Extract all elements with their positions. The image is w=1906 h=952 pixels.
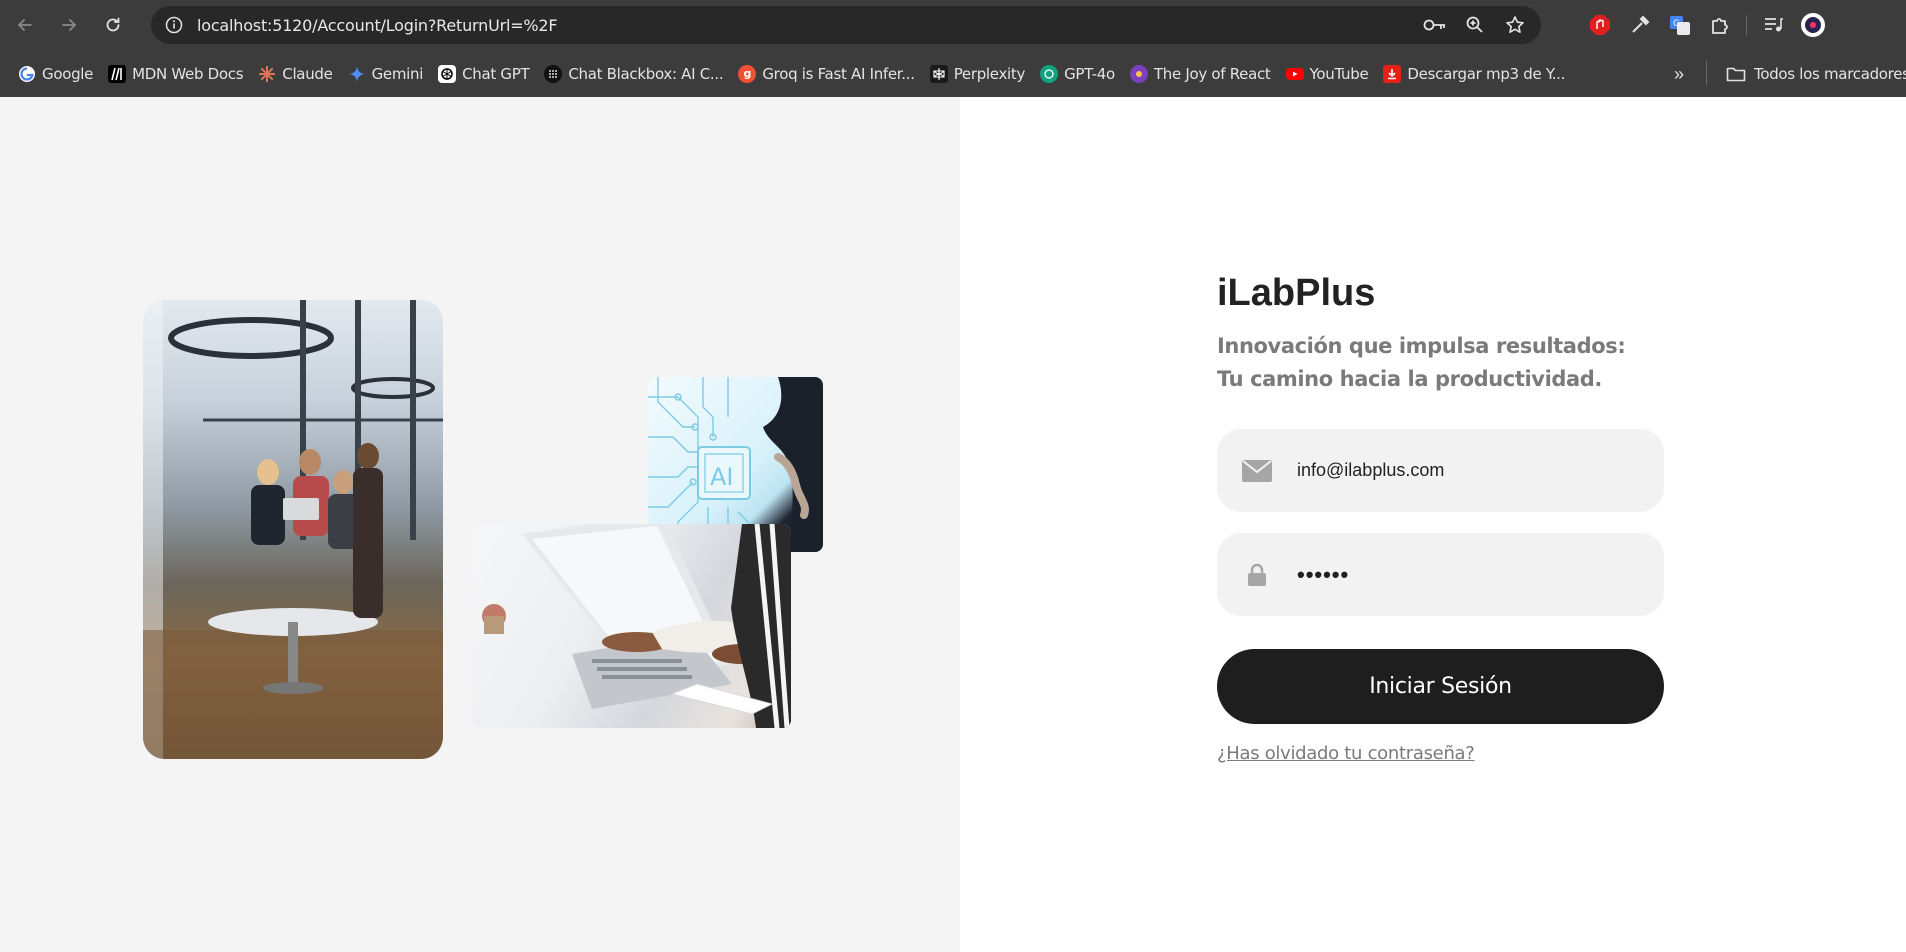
adblock-extension-icon[interactable]: [1580, 6, 1620, 44]
password-input[interactable]: [1297, 561, 1637, 588]
forward-button[interactable]: [52, 8, 86, 42]
all-bookmarks-button[interactable]: Todos los marcadores: [1726, 59, 1906, 89]
brand-tagline: Innovación que impulsa resultados: Tu ca…: [1217, 334, 1626, 391]
gpt4o-icon: [1040, 64, 1059, 83]
bookmark-label: GPT-4o: [1064, 64, 1115, 83]
svg-text:AI: AI: [710, 463, 734, 491]
perplexity-icon: [929, 64, 948, 83]
bookmark-descargar-mp3[interactable]: Descargar mp3 de Y...: [1377, 59, 1571, 89]
bookmark-mdn[interactable]: MDN Web Docs: [102, 59, 249, 89]
envelope-icon: [1217, 459, 1297, 482]
extensions-area: G: [1580, 6, 1833, 44]
password-field[interactable]: [1217, 533, 1664, 616]
address-bar[interactable]: localhost:5120/Account/Login?ReturnUrl=%…: [151, 6, 1541, 44]
bookmark-claude[interactable]: Claude: [252, 59, 338, 89]
back-arrow-icon: [17, 19, 32, 31]
brand-title: iLabPlus: [1217, 272, 1376, 314]
groq-icon: g: [738, 64, 757, 83]
color-picker-extension-icon[interactable]: [1620, 6, 1660, 44]
bookmark-label: Claude: [282, 64, 333, 83]
joy-of-react-icon: [1129, 64, 1148, 83]
bookmark-youtube[interactable]: YouTube: [1280, 59, 1375, 89]
bookmark-groq[interactable]: g Groq is Fast AI Infer...: [732, 59, 920, 89]
bookmark-label: The Joy of React: [1153, 64, 1271, 83]
svg-text:G: G: [1673, 19, 1680, 29]
more-bookmarks-chevron-icon[interactable]: »: [1666, 59, 1692, 89]
bookmark-label: Groq is Fast AI Infer...: [762, 64, 915, 83]
email-input[interactable]: [1297, 460, 1637, 481]
mdn-icon: [108, 64, 127, 83]
bookmark-gemini[interactable]: Gemini: [342, 59, 430, 89]
bookmark-star-icon[interactable]: [1501, 11, 1529, 39]
bookmark-label: Chat Blackbox: AI C...: [568, 64, 724, 83]
bookmark-label: Google: [42, 64, 94, 83]
email-field[interactable]: [1217, 429, 1664, 512]
bookmark-label: Chat GPT: [462, 64, 530, 83]
profile-avatar-icon[interactable]: [1793, 6, 1833, 44]
reload-icon: [106, 17, 120, 32]
media-control-icon[interactable]: [1753, 6, 1793, 44]
download-icon: [1383, 64, 1402, 83]
folder-icon: [1726, 67, 1746, 82]
forward-arrow-icon: [62, 19, 77, 31]
bookmark-label: Descargar mp3 de Y...: [1407, 64, 1566, 83]
bookmark-perplexity[interactable]: Perplexity: [924, 59, 1031, 89]
bookmark-label: YouTube: [1309, 64, 1369, 83]
bookmark-gpt4o[interactable]: GPT-4o: [1034, 59, 1121, 89]
forgot-password-link[interactable]: ¿Has olvidado tu contraseña?: [1217, 743, 1475, 764]
bookmark-google[interactable]: Google: [12, 59, 99, 89]
toolbar-divider: [1746, 15, 1747, 35]
reload-button[interactable]: [96, 8, 130, 42]
bookmark-blackbox[interactable]: Chat Blackbox: AI C...: [538, 59, 729, 89]
laptop-typing-image: [472, 524, 791, 728]
zoom-icon[interactable]: [1461, 11, 1489, 39]
claude-icon: [258, 65, 276, 83]
gemini-icon: [348, 65, 366, 83]
youtube-icon: [1285, 65, 1304, 83]
google-icon: [18, 65, 36, 83]
extensions-puzzle-icon[interactable]: [1700, 6, 1740, 44]
password-key-icon[interactable]: [1421, 11, 1449, 39]
lock-icon: [1217, 563, 1297, 587]
bookmarks-divider: [1706, 61, 1707, 85]
bookmarks-bar: Google MDN Web Docs Claude Gemini Chat G…: [0, 50, 1906, 97]
bookmark-label: Perplexity: [953, 64, 1026, 83]
bookmark-label: Gemini: [371, 64, 424, 83]
office-meeting-image: [143, 300, 443, 759]
all-bookmarks-label: Todos los marcadores: [1754, 65, 1906, 83]
site-info-icon[interactable]: [155, 6, 193, 44]
blackbox-icon: [544, 64, 563, 83]
url-text[interactable]: localhost:5120/Account/Login?ReturnUrl=%…: [197, 16, 558, 35]
back-button[interactable]: [8, 8, 42, 42]
bookmark-chatgpt[interactable]: Chat GPT: [432, 59, 535, 89]
browser-toolbar: localhost:5120/Account/Login?ReturnUrl=%…: [0, 0, 1906, 50]
translate-extension-icon[interactable]: G: [1660, 6, 1700, 44]
chatgpt-icon: [438, 64, 457, 83]
bookmark-label: MDN Web Docs: [132, 64, 244, 83]
bookmark-joy-of-react[interactable]: The Joy of React: [1124, 59, 1277, 89]
login-button[interactable]: Iniciar Sesión: [1217, 649, 1664, 724]
login-panel: [960, 97, 1906, 952]
